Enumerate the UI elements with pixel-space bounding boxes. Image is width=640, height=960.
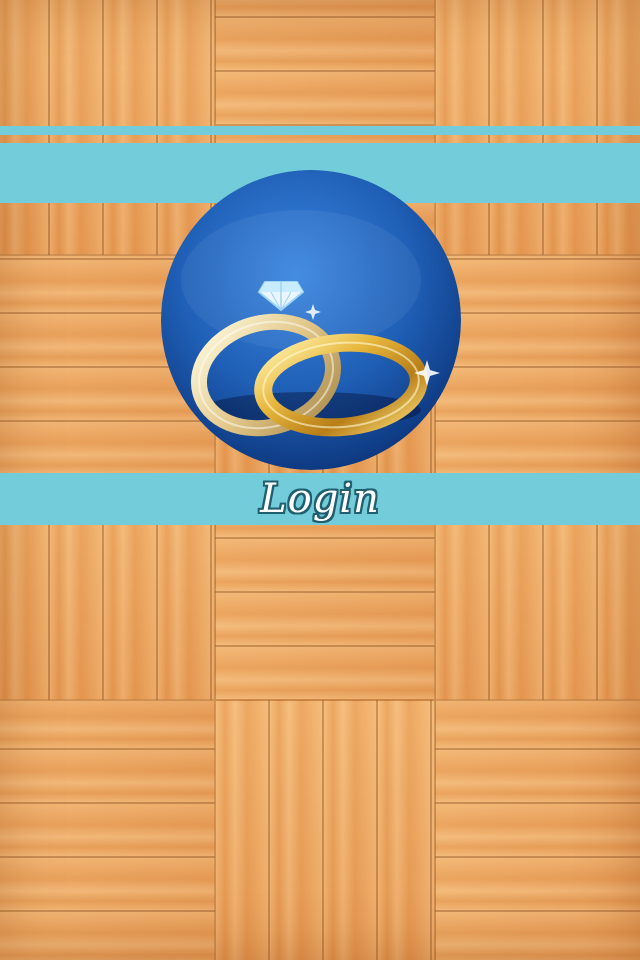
wedding-rings-icon xyxy=(161,170,461,470)
app-logo xyxy=(161,170,461,470)
header-thin-stripe xyxy=(0,126,640,135)
login-button[interactable]: Login xyxy=(0,473,640,525)
